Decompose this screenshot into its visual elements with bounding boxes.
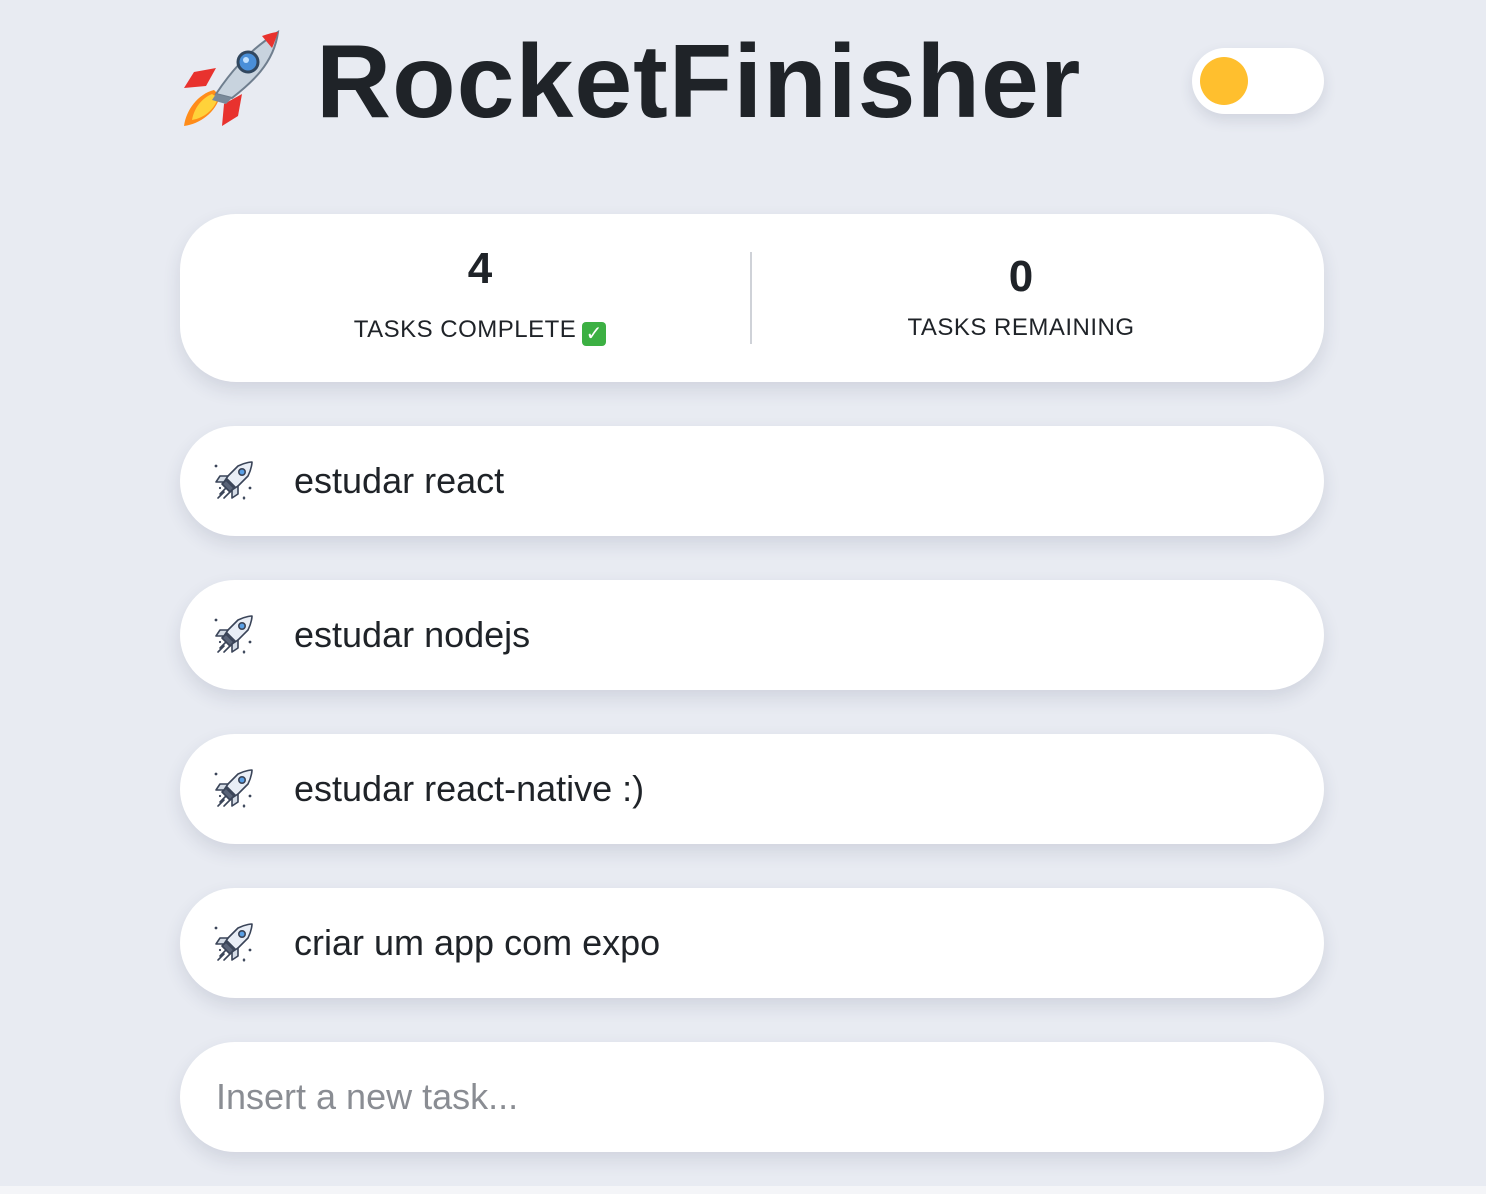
tasks-remaining-label: TASKS REMAINING xyxy=(907,314,1135,341)
tasks-complete-label-row: TASKS COMPLETE ✓ xyxy=(180,316,780,346)
new-task-container xyxy=(180,1042,1324,1152)
rocket-outline-icon xyxy=(210,920,256,966)
task-item[interactable]: criar um app com expo xyxy=(180,888,1324,998)
rocket-outline-icon xyxy=(210,766,256,812)
rocket-outline-icon xyxy=(210,612,256,658)
task-label: estudar react-native :) xyxy=(294,768,645,809)
rocket-outline-icon xyxy=(210,458,256,504)
rocket-icon xyxy=(184,30,280,126)
theme-toggle[interactable] xyxy=(1192,48,1324,114)
task-item[interactable]: estudar nodejs xyxy=(180,580,1324,690)
check-mark-icon: ✓ xyxy=(582,322,607,346)
new-task-input[interactable] xyxy=(216,1042,1276,1152)
toggle-knob[interactable] xyxy=(1200,57,1248,105)
app-header: RocketFinisher xyxy=(0,0,1486,170)
stats-card: 4 TASKS COMPLETE ✓ 0 TASKS REMAINING xyxy=(180,214,1324,382)
task-item[interactable]: estudar react-native :) xyxy=(180,734,1324,844)
tasks-complete-count: 4 xyxy=(467,244,493,293)
task-label: criar um app com expo xyxy=(294,922,661,963)
tasks-complete-stat: 4 TASKS COMPLETE ✓ xyxy=(180,214,780,382)
task-label: estudar nodejs xyxy=(294,614,531,655)
tasks-remaining-stat: 0 TASKS REMAINING xyxy=(721,214,1321,382)
tasks-complete-label: TASKS COMPLETE xyxy=(353,316,577,343)
tasks-remaining-count: 0 xyxy=(1008,252,1034,301)
task-item[interactable]: estudar react xyxy=(180,426,1324,536)
bottom-edge xyxy=(0,1186,1486,1194)
task-label: estudar react xyxy=(294,460,505,501)
app-title: RocketFinisher xyxy=(316,24,1082,140)
